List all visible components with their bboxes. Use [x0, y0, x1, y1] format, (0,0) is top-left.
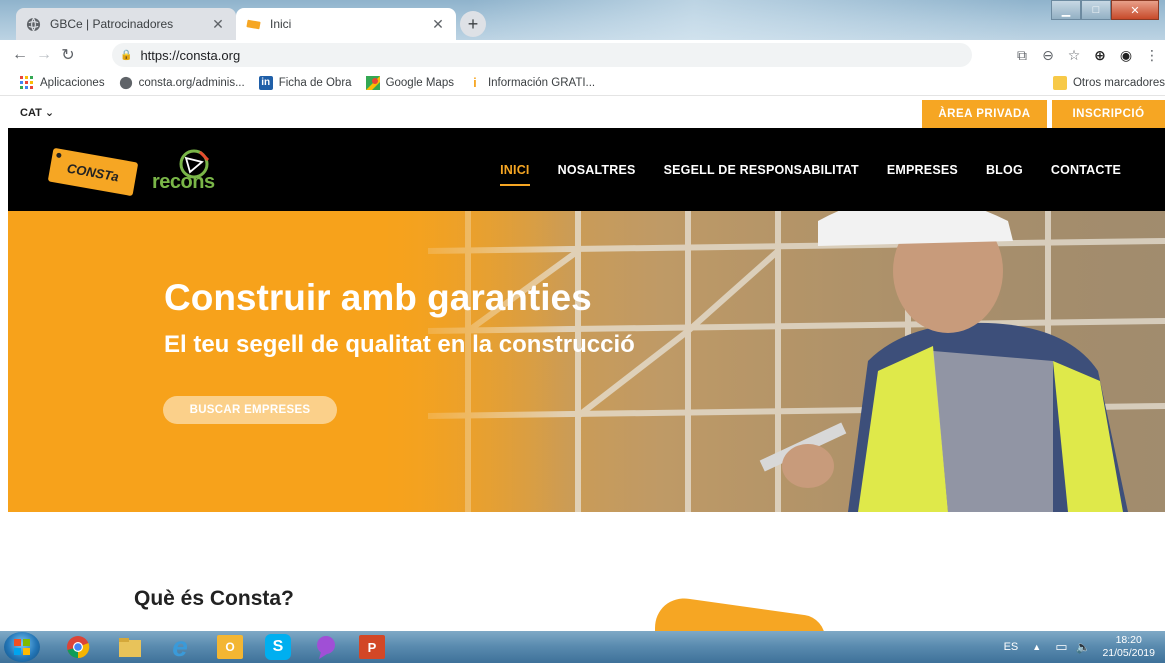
translate-icon[interactable]: ⧉ [1009, 47, 1035, 64]
maps-pin-icon [365, 75, 380, 90]
hero-subtitle: El teu segell de qualitat en la construc… [164, 331, 635, 358]
bookmark-label: Información GRATI... [487, 76, 596, 89]
tab-title: Inici [270, 17, 292, 31]
keyboard-language[interactable]: ES [1004, 641, 1019, 653]
bookmark-consta-admin[interactable]: consta.org/adminis... [119, 76, 245, 90]
zoom-icon[interactable]: ⊖ [1035, 47, 1061, 64]
close-window-icon[interactable]: ✕ [1111, 0, 1159, 20]
windows-taskbar: e O S P ES ▲ ▭ 🔈 18:20 21/05/2019 [0, 631, 1165, 663]
messenger-icon[interactable] [306, 633, 346, 661]
bookmark-label: Google Maps [385, 76, 454, 89]
search-extension-icon[interactable]: ⊕ [1087, 47, 1113, 64]
hero-banner: Construir amb garanties El teu segell de… [8, 211, 1165, 512]
browser-titlebar: GBCe | Patrocinadores ✕ Inici ✕ + ▁ □ ✕ [0, 0, 1165, 40]
windows-logo-icon [14, 639, 30, 655]
tab-title: GBCe | Patrocinadores [50, 17, 174, 31]
internet-explorer-icon[interactable]: e [160, 631, 200, 662]
network-icon[interactable]: ▭ [1055, 639, 1067, 655]
tab-patrocinadores[interactable]: GBCe | Patrocinadores ✕ [16, 8, 236, 40]
menu-icon[interactable]: ⋮ [1139, 47, 1165, 64]
bookmark-informacion[interactable]: i Información GRATI... [468, 75, 596, 90]
nav-blog[interactable]: BLOG [986, 163, 1023, 177]
clock[interactable]: 18:20 21/05/2019 [1102, 634, 1155, 660]
site-header: CONSTa recons INICI NOSALTRES SEGELL DE … [8, 128, 1165, 211]
bookmark-apps[interactable]: Aplicaciones [20, 75, 105, 90]
forward-icon[interactable]: → [32, 46, 56, 64]
toolbar-icons: ⧉ ⊖ ☆ ⊕ ◉ ⋮ [1009, 40, 1165, 70]
bookmark-ficha-obra[interactable]: in Ficha de Obra [258, 75, 352, 90]
file-explorer-icon[interactable] [110, 633, 150, 661]
bookmark-label: Aplicaciones [40, 76, 105, 89]
signup-button[interactable]: INSCRIPCIÓ [1052, 100, 1165, 128]
start-button[interactable] [4, 632, 40, 662]
hero-title: Construir amb garanties [164, 277, 592, 318]
star-icon[interactable]: ☆ [1061, 47, 1087, 64]
main-nav: INICI NOSALTRES SEGELL DE RESPONSABILITA… [472, 128, 1121, 211]
consta-favicon-icon [246, 19, 261, 29]
folder-icon [1052, 76, 1067, 90]
window-controls: ▁ □ ✕ [1051, 0, 1159, 20]
chevron-down-icon: ⌄ [44, 107, 55, 119]
globe-icon [26, 17, 41, 31]
section-title: Què és Consta? [134, 587, 294, 610]
bookmark-other[interactable]: Otros marcadores [1052, 70, 1165, 96]
maximize-icon[interactable]: □ [1081, 0, 1111, 20]
nav-contacte[interactable]: CONTACTE [1051, 163, 1121, 177]
globe-icon [119, 76, 133, 90]
bookmark-label: consta.org/adminis... [138, 76, 245, 89]
screen: GBCe | Patrocinadores ✕ Inici ✕ + ▁ □ ✕ … [0, 0, 1165, 663]
bookmark-label: Otros marcadores [1072, 77, 1165, 89]
search-companies-button[interactable]: BUSCAR EMPRESES [163, 396, 337, 424]
new-tab-button[interactable]: + [460, 11, 486, 37]
info-icon: i [473, 75, 477, 90]
bookmarks-bar: Aplicaciones consta.org/adminis... in Fi… [0, 70, 1165, 96]
powerpoint-icon[interactable]: P [352, 633, 392, 661]
address-bar[interactable]: 🔒 https://consta.org [112, 43, 972, 67]
close-tab-icon[interactable]: ✕ [210, 16, 226, 33]
consta-logo[interactable]: CONSTa [47, 147, 139, 197]
lock-icon: 🔒 [120, 49, 133, 61]
nav-segell[interactable]: SEGELL DE RESPONSABILITAT [664, 163, 859, 177]
tray-expand-icon[interactable]: ▲ [1032, 642, 1041, 652]
bookmark-google-maps[interactable]: Google Maps [365, 75, 454, 90]
language-selector[interactable]: CAT ⌄ [20, 106, 54, 119]
tab-inici[interactable]: Inici ✕ [236, 8, 456, 40]
bookmark-label: Ficha de Obra [278, 76, 352, 89]
profile-icon[interactable]: ◉ [1113, 47, 1139, 64]
volume-icon[interactable]: 🔈 [1075, 640, 1090, 654]
recons-logo[interactable]: recons [152, 148, 232, 198]
minimize-icon[interactable]: ▁ [1051, 0, 1081, 20]
chrome-icon[interactable] [58, 633, 98, 661]
browser-toolbar: ← → ↻ 🔒 https://consta.org ⧉ ⊖ ☆ ⊕ ◉ ⋮ [0, 40, 1165, 70]
site-utility-bar: CAT ⌄ ÀREA PRIVADA INSCRIPCIÓ [0, 97, 1165, 128]
nav-inici[interactable]: INICI [500, 163, 531, 186]
nav-empreses[interactable]: EMPRESES [887, 163, 958, 177]
back-icon[interactable]: ← [8, 46, 32, 64]
private-area-button[interactable]: ÀREA PRIVADA [922, 100, 1047, 128]
linkedin-icon: in [258, 75, 273, 90]
skype-icon[interactable]: S [258, 633, 298, 661]
system-tray: ES ▲ ▭ 🔈 18:20 21/05/2019 [1004, 631, 1155, 663]
apps-grid-icon [20, 75, 34, 90]
url-text: https://consta.org [140, 47, 241, 63]
nav-nosaltres[interactable]: NOSALTRES [558, 163, 636, 177]
reload-icon[interactable]: ↻ [56, 45, 80, 65]
outlook-icon[interactable]: O [210, 633, 250, 661]
close-tab-icon[interactable]: ✕ [430, 16, 446, 33]
